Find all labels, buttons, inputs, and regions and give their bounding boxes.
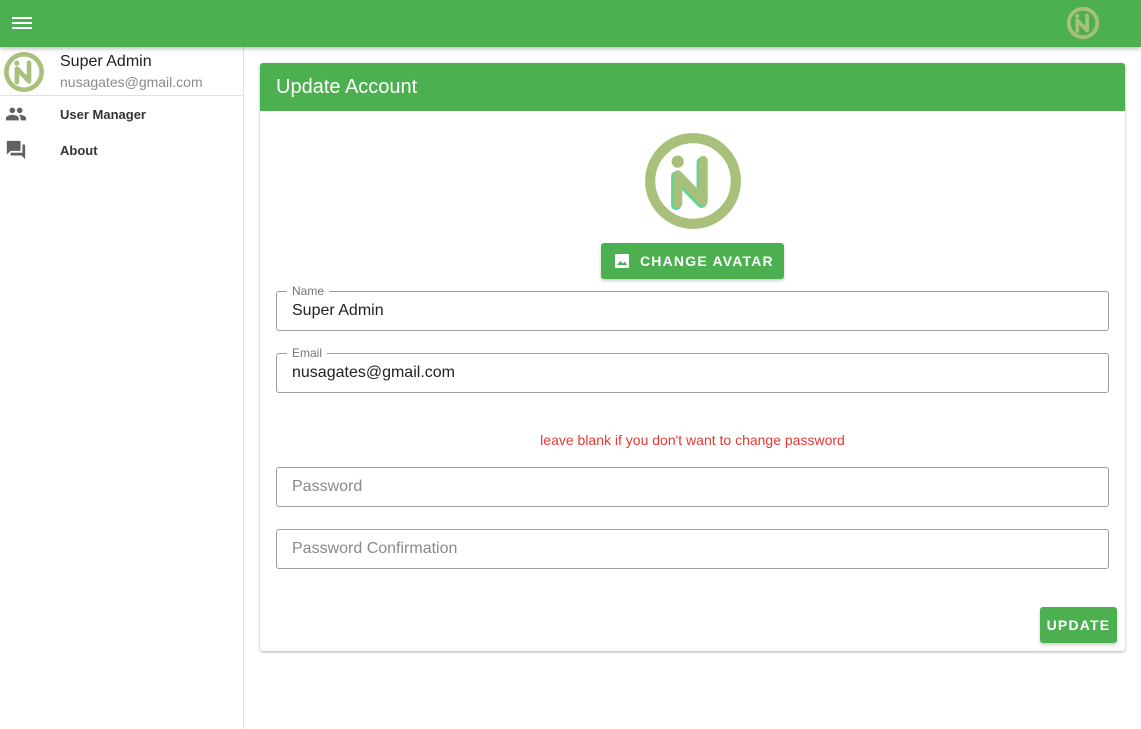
name-field[interactable]: Name Super Admin (276, 284, 1109, 331)
n-logo-icon[interactable] (1066, 6, 1100, 40)
email-field[interactable]: Email nusagates@gmail.com (276, 346, 1109, 393)
sidebar-profile[interactable]: Super Admin nusagates@gmail.com (0, 47, 243, 96)
sidebar-item-label: User Manager (60, 107, 146, 122)
email-field-value: nusagates@gmail.com (292, 364, 455, 381)
email-field-label: Email (287, 346, 328, 360)
name-field-value: Super Admin (292, 302, 384, 319)
password-confirmation-field[interactable]: Password Confirmation (276, 529, 1109, 569)
image-icon (615, 254, 629, 268)
change-avatar-label: CHANGE AVATAR (640, 253, 774, 269)
password-hint: leave blank if you don't want to change … (540, 432, 845, 448)
update-account-card: Update Account CHANGE AVATAR Name Super … (260, 63, 1125, 651)
change-avatar-button[interactable]: CHANGE AVATAR (601, 243, 784, 279)
password-field[interactable]: Password (276, 467, 1109, 507)
password-confirmation-placeholder: Password Confirmation (292, 540, 458, 557)
sidebar: Super Admin nusagates@gmail.com User Man… (0, 47, 244, 729)
people-icon (5, 107, 27, 121)
update-button[interactable]: UPDATE (1040, 607, 1117, 643)
forum-icon (6, 140, 26, 160)
app-bar (0, 0, 1141, 47)
name-field-label: Name (287, 284, 330, 298)
profile-avatar-large (645, 133, 741, 229)
card-title: Update Account (260, 63, 1125, 111)
password-placeholder: Password (292, 478, 363, 495)
profile-name: Super Admin (60, 53, 152, 70)
sidebar-item-about[interactable]: About (0, 132, 243, 168)
sidebar-item-user-manager[interactable]: User Manager (0, 96, 243, 132)
avatar (4, 52, 44, 92)
menu-icon[interactable] (10, 13, 34, 33)
sidebar-item-label: About (60, 143, 98, 158)
profile-email: nusagates@gmail.com (60, 74, 203, 90)
